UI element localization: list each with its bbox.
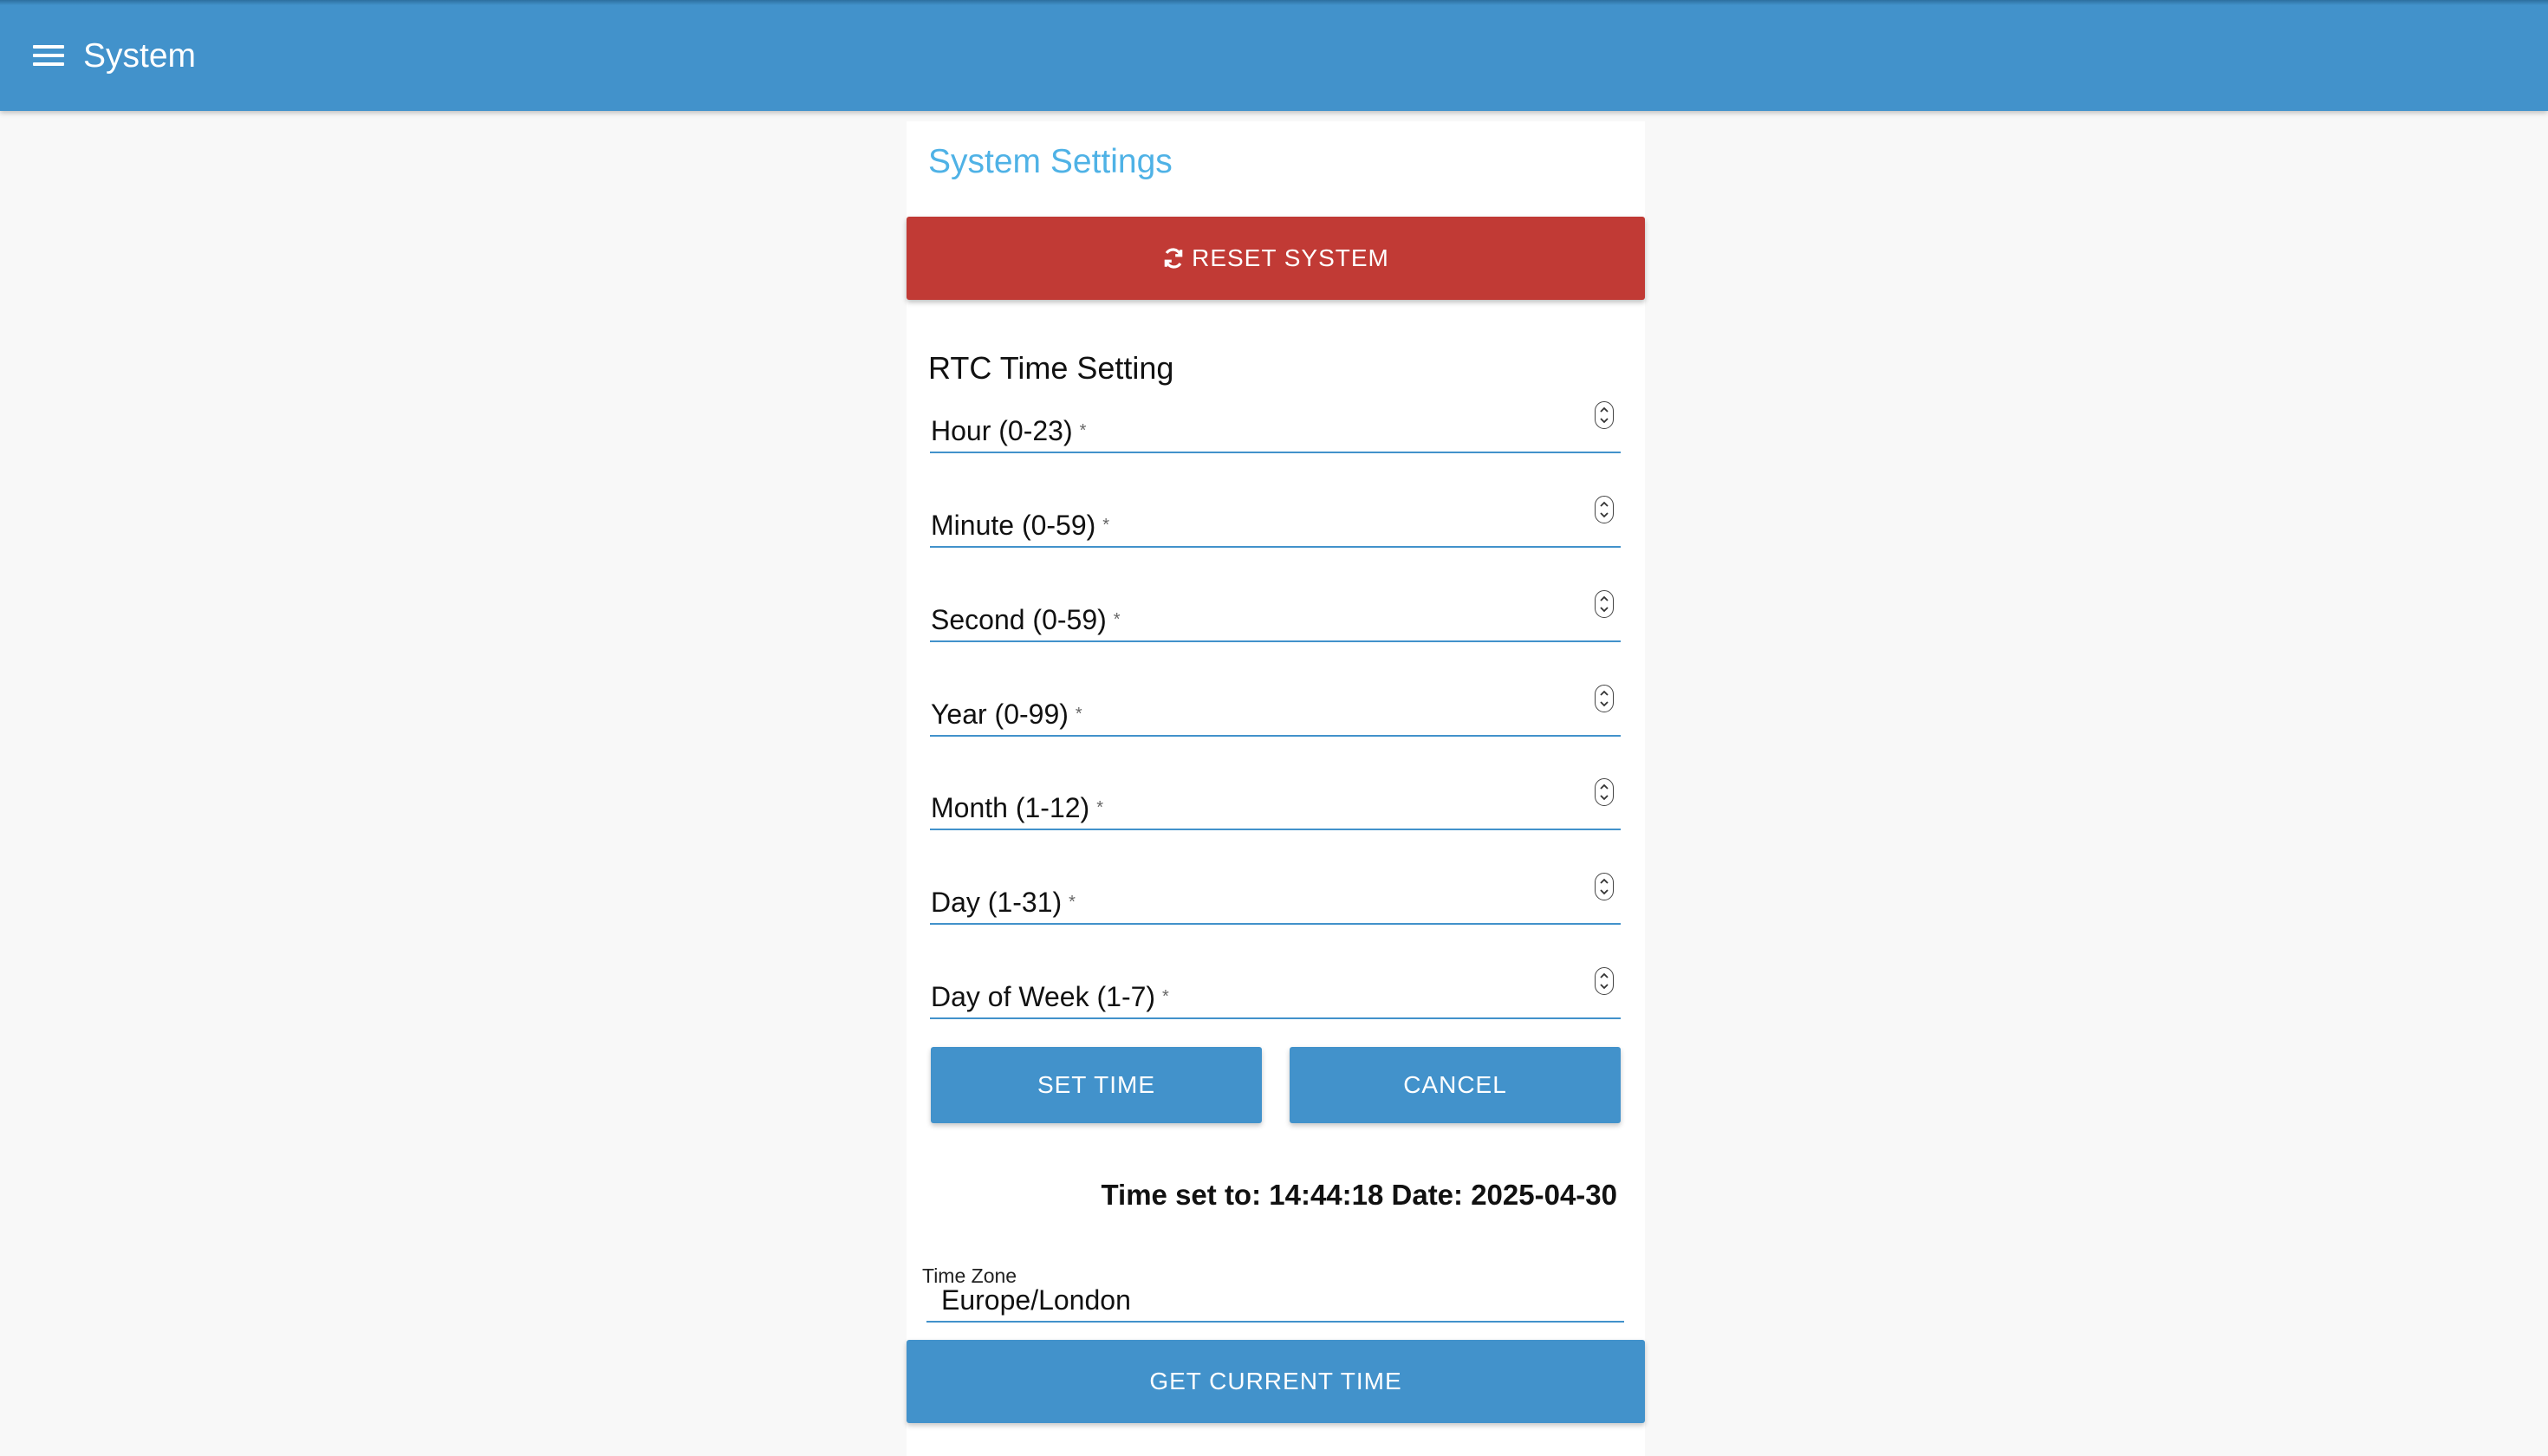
year-field[interactable]: Year (0-99) *	[930, 681, 1621, 737]
timezone-value: Europe/London	[941, 1284, 1131, 1316]
month-field[interactable]: Month (1-12) *	[930, 775, 1621, 830]
section-title: System Settings	[928, 143, 1173, 180]
month-label: Month (1-12) *	[931, 792, 1103, 823]
reset-system-button[interactable]: RESET SYSTEM	[907, 217, 1645, 300]
reset-system-label: RESET SYSTEM	[1192, 244, 1389, 271]
year-label: Year (0-99) *	[931, 699, 1082, 730]
day-of-week-field[interactable]: Day of Week (1-7) *	[930, 964, 1621, 1019]
second-field[interactable]: Second (0-59) *	[930, 587, 1621, 642]
app-title: System	[83, 37, 197, 75]
month-stepper[interactable]	[1595, 778, 1614, 806]
app-bar: System	[0, 0, 2548, 111]
set-time-button[interactable]: SET TIME	[931, 1047, 1262, 1123]
hour-stepper[interactable]	[1595, 401, 1614, 429]
day-stepper[interactable]	[1595, 873, 1614, 900]
minute-label: Minute (0-59) *	[931, 510, 1110, 541]
rtc-title: RTC Time Setting	[928, 350, 1174, 386]
minute-stepper[interactable]	[1595, 496, 1614, 523]
hour-field[interactable]: Hour (0-23) *	[930, 398, 1621, 453]
cancel-button[interactable]: CANCEL	[1290, 1047, 1621, 1123]
year-stepper[interactable]	[1595, 685, 1614, 712]
day-field[interactable]: Day (1-31) *	[930, 869, 1621, 925]
second-stepper[interactable]	[1595, 590, 1614, 618]
day-of-week-label: Day of Week (1-7) *	[931, 981, 1169, 1012]
second-label: Second (0-59) *	[931, 604, 1121, 635]
menu-icon[interactable]	[33, 43, 64, 68]
day-of-week-stepper[interactable]	[1595, 967, 1614, 995]
timezone-label: Time Zone	[922, 1264, 1017, 1287]
timezone-select[interactable]: Europe/London	[926, 1274, 1624, 1323]
get-current-time-button[interactable]: GET CURRENT TIME	[907, 1340, 1645, 1423]
minute-field[interactable]: Minute (0-59) *	[930, 492, 1621, 548]
time-status: Time set to: 14:44:18 Date: 2025-04-30	[1101, 1179, 1617, 1211]
day-label: Day (1-31) *	[931, 887, 1076, 918]
hour-label: Hour (0-23) *	[931, 415, 1087, 446]
refresh-icon	[1164, 248, 1183, 269]
